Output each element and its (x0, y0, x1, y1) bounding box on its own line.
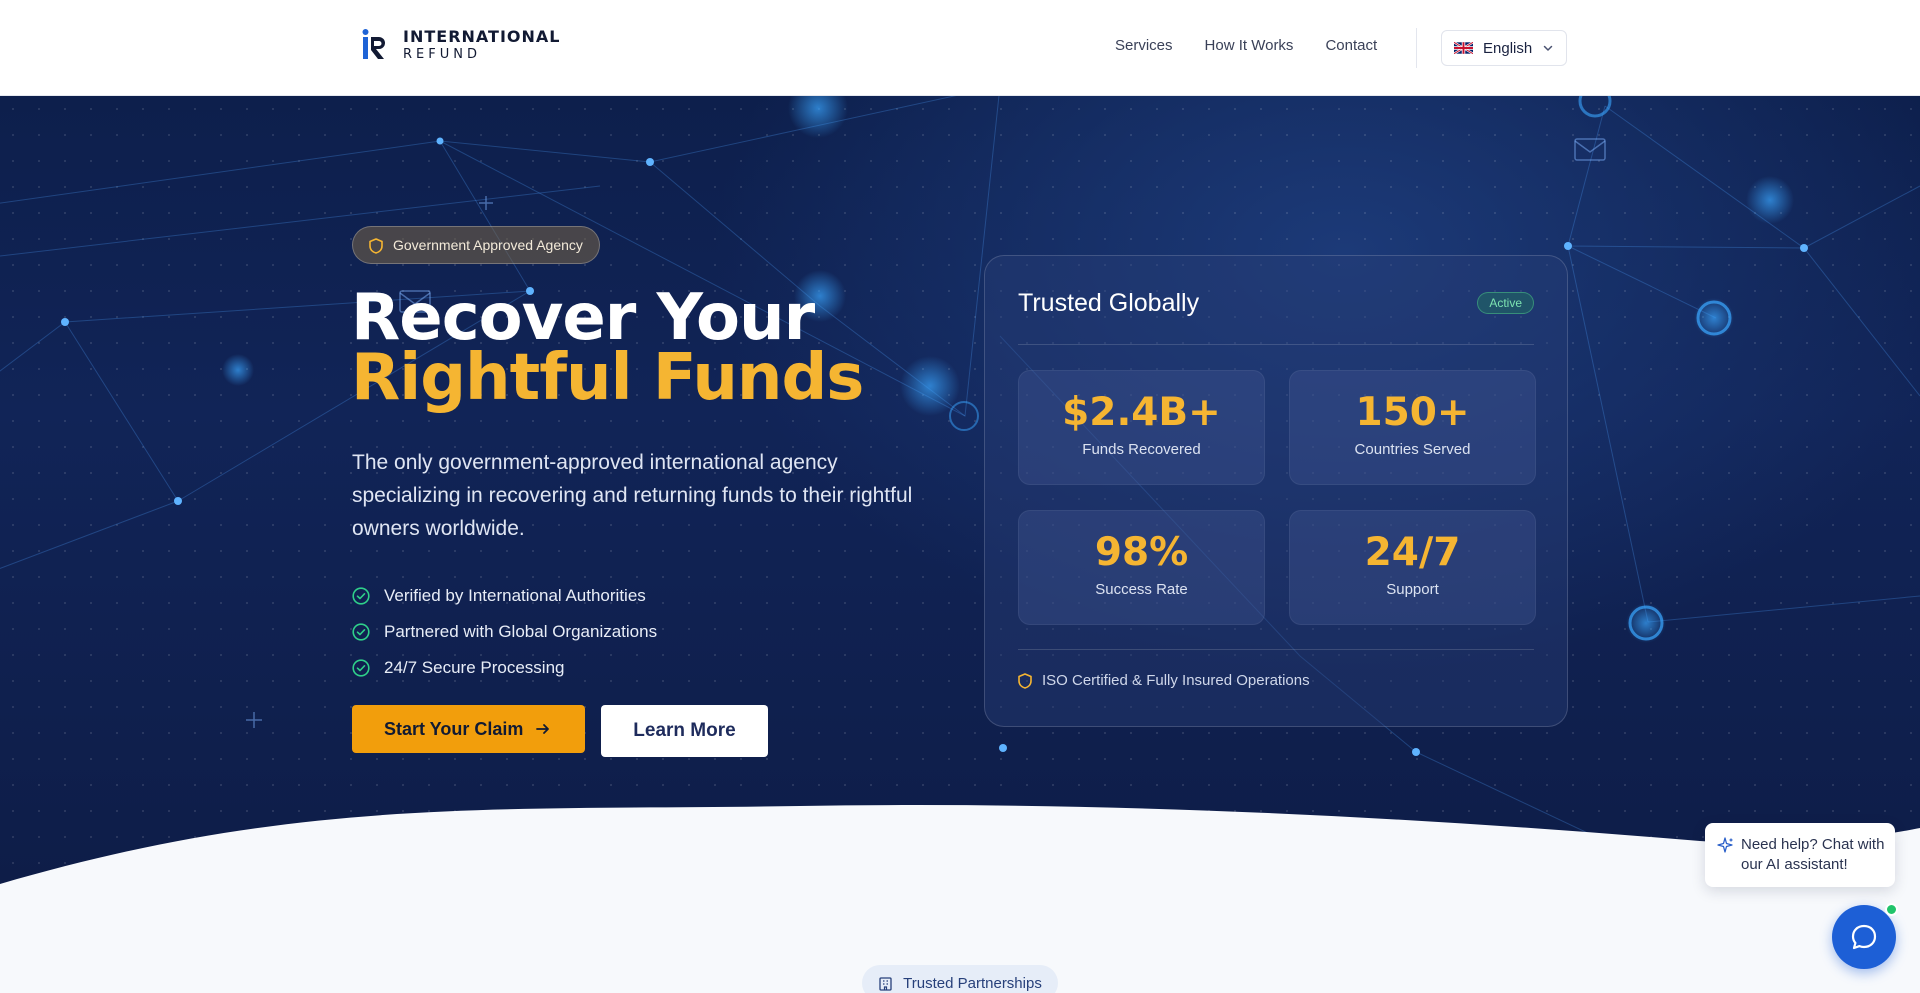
ir-logo-icon (362, 29, 385, 59)
uk-flag-icon (1454, 42, 1473, 54)
building-icon (879, 976, 892, 991)
stat-value: 24/7 (1364, 530, 1461, 575)
stat-label: Support (1386, 581, 1439, 598)
feature-checklist: Verified by International Authorities Pa… (352, 578, 657, 686)
brand-logo[interactable]: INTERNATIONAL REFUND (361, 28, 560, 62)
checklist-item-label: Verified by International Authorities (384, 586, 646, 605)
trusted-globally-card: Trusted Globally Active $2.4B+ Funds Rec… (984, 255, 1568, 727)
hero-title: Recover Your Rightful Funds (351, 281, 864, 415)
chat-bubble-icon (1851, 924, 1877, 950)
badge-label: Government Approved Agency (393, 237, 583, 253)
check-circle-icon (352, 587, 370, 605)
hero-section: Government Approved Agency Recover Your … (0, 96, 1920, 886)
check-circle-icon (352, 623, 370, 641)
shield-icon (1018, 672, 1032, 689)
site-header: INTERNATIONAL REFUND Services How It Wor… (0, 0, 1920, 96)
card-divider (1018, 649, 1534, 650)
trusted-partnerships-label: Trusted Partnerships (903, 974, 1042, 992)
stat-success-rate: 98% Success Rate (1018, 510, 1265, 625)
sparkle-icon (1717, 837, 1733, 853)
hero-title-line1: Recover Your (351, 281, 815, 355)
nav-item-how-it-works[interactable]: How It Works (1205, 37, 1294, 54)
language-label: English (1483, 39, 1533, 57)
hero-title-line2: Rightful Funds (351, 341, 864, 415)
card-divider (1018, 344, 1534, 345)
checklist-item-label: Partnered with Global Organizations (384, 622, 658, 641)
stat-value: 98% (1094, 530, 1189, 575)
language-selector[interactable]: English (1441, 30, 1567, 66)
nav-item-services[interactable]: Services (1115, 37, 1173, 54)
learn-more-button[interactable]: Learn More (601, 705, 768, 757)
card-title: Trusted Globally (1018, 289, 1200, 317)
stat-value: $2.4B+ (1062, 390, 1221, 435)
stat-countries-served: 150+ Countries Served (1289, 370, 1536, 485)
chevron-down-icon (1543, 45, 1553, 51)
hero-wave-divider (0, 805, 1920, 886)
checklist-item: Verified by International Authorities (352, 578, 657, 614)
stat-label: Success Rate (1095, 581, 1188, 598)
main-nav: Services How It Works Contact (1115, 37, 1377, 54)
online-status-dot (1885, 903, 1898, 916)
government-approved-badge: Government Approved Agency (352, 226, 600, 264)
nav-item-contact[interactable]: Contact (1325, 37, 1377, 54)
checklist-item-label: 24/7 Secure Processing (384, 658, 565, 677)
stat-label: Countries Served (1354, 441, 1471, 458)
brand-name-line2: REFUND (403, 47, 481, 62)
check-circle-icon (352, 659, 370, 677)
start-claim-label: Start Your Claim (384, 718, 524, 739)
chat-prompt-bubble[interactable]: Need help? Chat with our AI assistant! (1705, 823, 1895, 887)
shield-icon (369, 238, 383, 254)
card-footer-text: ISO Certified & Fully Insured Operations (1042, 672, 1310, 689)
learn-more-label: Learn More (633, 720, 736, 741)
chat-open-button[interactable] (1832, 905, 1896, 969)
stat-funds-recovered: $2.4B+ Funds Recovered (1018, 370, 1265, 485)
stat-value: 150+ (1355, 390, 1470, 435)
brand-name: INTERNATIONAL REFUND (403, 27, 561, 62)
nav-divider (1416, 28, 1417, 68)
trusted-partnerships-pill: Trusted Partnerships (862, 965, 1058, 993)
stat-label: Funds Recovered (1082, 441, 1201, 458)
status-badge: Active (1477, 292, 1534, 314)
hero-subtitle: The only government-approved internation… (352, 451, 913, 540)
brand-name-line1: INTERNATIONAL (403, 27, 561, 46)
stat-support: 24/7 Support (1289, 510, 1536, 625)
card-footer: ISO Certified & Fully Insured Operations (1018, 672, 1310, 689)
checklist-item: 24/7 Secure Processing (352, 650, 657, 686)
chat-prompt-text: Need help? Chat with our AI assistant! (1741, 836, 1885, 873)
arrow-right-icon (536, 724, 550, 734)
checklist-item: Partnered with Global Organizations (352, 614, 657, 650)
start-claim-button[interactable]: Start Your Claim (352, 705, 585, 753)
